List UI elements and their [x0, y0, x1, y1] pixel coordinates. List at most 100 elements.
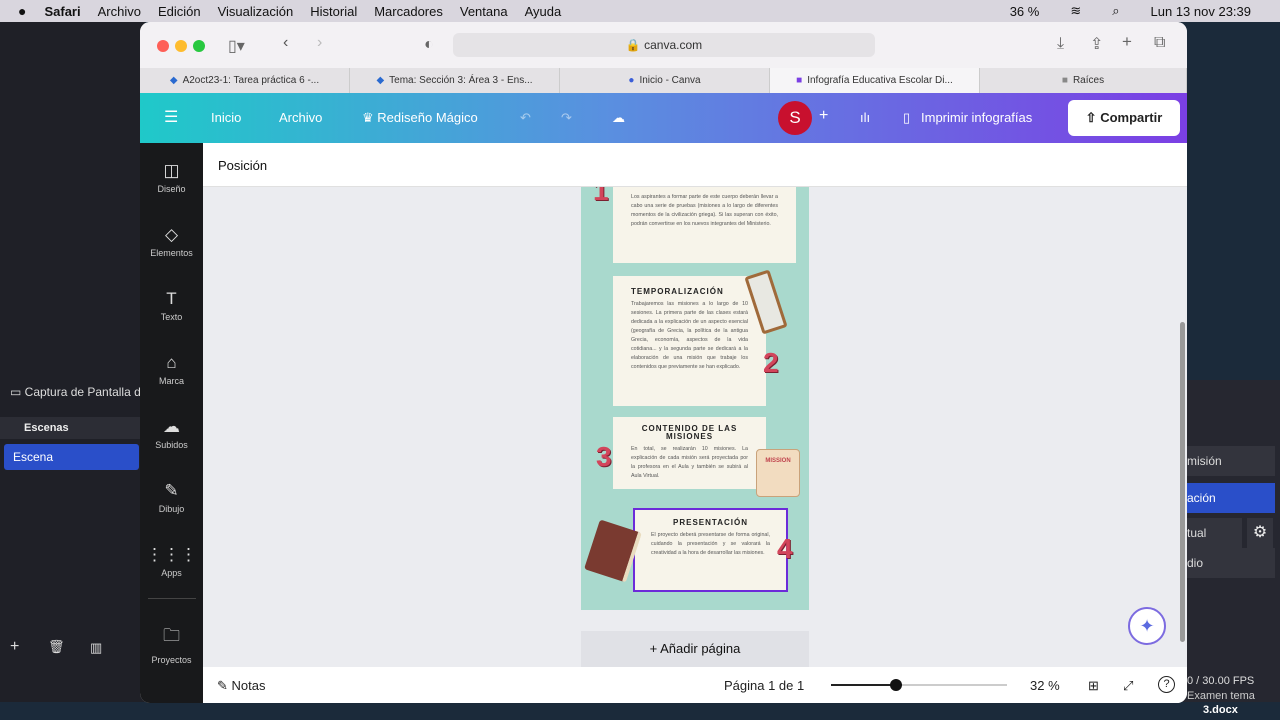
menu-marcadores[interactable]: Marcadores: [374, 4, 443, 19]
obs-window: ▭ Captura de Pantalla d Escenas Escena +…: [0, 22, 145, 702]
zoom-slider[interactable]: [831, 679, 1007, 691]
share-icon[interactable]: ⇪: [1090, 34, 1103, 54]
tab-label: Raíces: [1072, 75, 1105, 86]
vertical-scrollbar[interactable]: [1180, 322, 1185, 642]
grid-view-icon[interactable]: ⊞: [1088, 678, 1099, 694]
section-card-3[interactable]: CONTENIDO DE LAS MISIONES En total, se re…: [613, 417, 766, 489]
desktop-file-ext[interactable]: 3.docx: [1203, 704, 1238, 716]
battery-text: 36 %: [1009, 3, 1040, 19]
apple-icon[interactable]: ●: [18, 3, 26, 19]
sidebar-label: Texto: [160, 312, 183, 322]
maximize-button[interactable]: [193, 40, 205, 52]
shield-icon[interactable]: ◐: [424, 36, 434, 54]
moodle-icon: ◆: [376, 75, 385, 86]
obs-control-1[interactable]: misión: [1187, 446, 1275, 476]
menu-archivo[interactable]: Archivo: [98, 4, 141, 19]
download-icon[interactable]: ⤓: [1057, 35, 1064, 53]
notes-button[interactable]: ✎ Notas: [217, 678, 265, 694]
desktop-file-name[interactable]: Examen tema: [1187, 690, 1255, 702]
menu-ventana[interactable]: Ventana: [460, 4, 508, 19]
wifi-icon[interactable]: ≋: [1070, 3, 1081, 19]
avatar[interactable]: S: [778, 101, 812, 135]
infographic-page[interactable]: 1 Los aspirantes a formar parte de este …: [581, 187, 809, 610]
canva-sidebar: ◫ Diseño ◇ Elementos T Texto ⌂ Marca ☁ Subido…: [140, 143, 203, 703]
section-title: CONTENIDO DE LAS MISIONES: [641, 424, 738, 441]
tab-3[interactable]: ● Inicio - Canva: [560, 68, 770, 93]
sidebar-label: Apps: [161, 568, 182, 578]
filter-icon[interactable]: ▥: [90, 640, 102, 656]
obs-source[interactable]: Captura de Pantalla d: [25, 385, 141, 399]
fullscreen-icon[interactable]: ⤢: [1123, 678, 1133, 694]
canva-doc-icon: ■: [796, 75, 803, 86]
add-scene-icon[interactable]: +: [10, 638, 19, 656]
sidebar-item-subidos[interactable]: ☁ Subidos: [140, 417, 203, 450]
notes-label: Notas: [231, 678, 266, 693]
page-indicator[interactable]: Página 1 de 1: [724, 678, 804, 693]
magic-assistant-button[interactable]: ✦: [1128, 607, 1166, 645]
new-tab-icon[interactable]: +: [1122, 32, 1132, 52]
menu-ayuda[interactable]: Ayuda: [525, 4, 562, 19]
design-canvas[interactable]: 1 Los aspirantes a formar parte de este …: [203, 187, 1187, 667]
obs-fps: 0 / 30.00 FPS: [1187, 675, 1255, 687]
menu-app[interactable]: Safari: [44, 4, 80, 19]
position-toolbar: Posición: [140, 143, 1187, 187]
draw-icon: ✎: [164, 481, 179, 500]
tab-5[interactable]: ■ Raíces: [980, 68, 1187, 93]
back-icon[interactable]: ‹: [283, 34, 288, 52]
magic-redesign-label: Rediseño Mágico: [377, 110, 478, 125]
gear-icon[interactable]: ⚙: [1247, 518, 1273, 548]
position-button[interactable]: Posición: [218, 158, 267, 173]
search-icon[interactable]: ⌕: [1112, 3, 1119, 19]
tab-4[interactable]: ■ Infografía Educativa Escolar Di...: [770, 68, 980, 93]
sidebar-item-dibujo[interactable]: ✎ Dibujo: [140, 481, 203, 514]
help-icon[interactable]: ?: [1158, 676, 1175, 693]
tab-2[interactable]: ◆ Tema: Sección 3: Área 3 - Ens...: [350, 68, 560, 93]
cloud-saved-icon[interactable]: ☁: [612, 110, 625, 126]
zoom-slider-handle[interactable]: [889, 679, 902, 691]
address-bar[interactable]: 🔒 canva.com: [453, 33, 875, 57]
sidebar-item-elementos[interactable]: ◇ Elementos: [140, 225, 203, 258]
tabs-overview-icon[interactable]: ⧉: [1154, 34, 1165, 52]
menu-historial[interactable]: Historial: [310, 4, 357, 19]
add-collaborator-icon[interactable]: +: [819, 107, 828, 125]
add-page-button[interactable]: + Añadir página: [581, 631, 809, 667]
zoom-percent[interactable]: 32 %: [1030, 678, 1060, 693]
number-4: 4: [777, 533, 793, 564]
miro-icon: ■: [1061, 75, 1068, 86]
obs-control-3[interactable]: tual: [1187, 518, 1242, 548]
menu-edicion[interactable]: Edición: [158, 4, 201, 19]
intro-card[interactable]: Los aspirantes a formar parte de este cu…: [613, 187, 796, 263]
sidebar-icon[interactable]: ▯▾: [228, 36, 245, 56]
datetime[interactable]: Lun 13 nov 23:39: [1151, 4, 1251, 19]
magic-redesign-button[interactable]: ♛ Rediseño Mágico: [362, 110, 478, 126]
upload-icon: ⇧: [1085, 110, 1101, 125]
tab-1[interactable]: ◆ A2oct23-1: Tarea práctica 6 -...: [140, 68, 350, 93]
close-button[interactable]: [157, 40, 169, 52]
undo-icon[interactable]: ↶: [520, 110, 531, 126]
sidebar-item-apps[interactable]: ⋮⋮⋮ Apps: [140, 545, 203, 578]
obs-scene-item[interactable]: Escena: [4, 444, 139, 470]
obs-control-2[interactable]: ación: [1187, 483, 1275, 513]
obs-control-4[interactable]: dio: [1187, 548, 1275, 578]
menu-visualizacion[interactable]: Visualización: [218, 4, 294, 19]
analytics-icon[interactable]: ılı: [860, 110, 870, 125]
share-button[interactable]: ⇧ Compartir: [1068, 100, 1180, 136]
moodle-icon: ◆: [169, 75, 178, 86]
sidebar-item-proyectos[interactable]: 🗀 Proyectos: [140, 623, 203, 665]
brand-icon: ⌂: [166, 353, 177, 372]
trash-icon[interactable]: 🗑: [48, 639, 65, 655]
sidebar-item-diseno[interactable]: ◫ Diseño: [140, 161, 203, 194]
sidebar-item-texto[interactable]: T Texto: [140, 289, 203, 322]
print-button[interactable]: ▯ Imprimir infografías: [903, 110, 1032, 126]
browser-toolbar: ▯▾ ‹ › ◐ 🔒 canva.com ⤓ ⇪ + ⧉: [140, 22, 1187, 68]
sidebar-item-marca[interactable]: ⌂ Marca: [140, 353, 203, 386]
url-text: canva.com: [644, 38, 703, 52]
minimize-button[interactable]: [175, 40, 187, 52]
redo-icon[interactable]: ↷: [561, 110, 572, 126]
menu-icon[interactable]: ☰: [164, 107, 178, 127]
nav-archivo[interactable]: Archivo: [279, 110, 322, 125]
section-card-4-selected[interactable]: PRESENTACIÓN El proyecto deberá presentar…: [633, 508, 788, 592]
nav-inicio[interactable]: Inicio: [211, 110, 241, 125]
forward-icon[interactable]: ›: [317, 34, 322, 52]
section-card-2[interactable]: TEMPORALIZACIÓN Trabajaremos las misiones…: [613, 276, 766, 406]
